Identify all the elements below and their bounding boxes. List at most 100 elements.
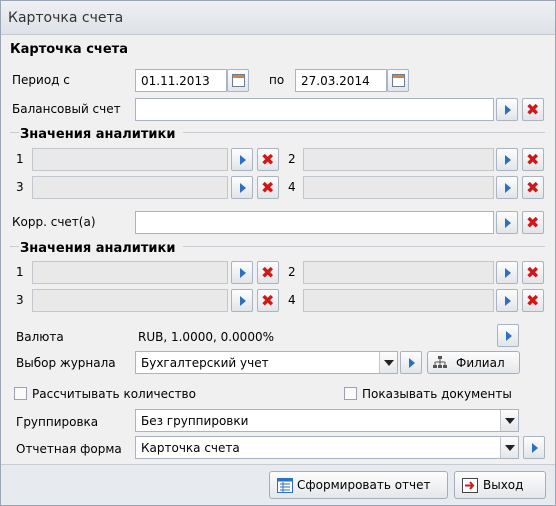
arrow-right-icon — [505, 105, 511, 115]
corr-account-label: Корр. счет(а) — [12, 215, 96, 229]
analytics1-field-3 — [32, 176, 228, 199]
analytics2-clear-button-3[interactable]: ✖ — [257, 289, 279, 312]
balance-account-input[interactable] — [135, 98, 494, 121]
analytics1-select-button-1[interactable] — [231, 148, 253, 171]
generate-report-label: Сформировать отчет — [297, 478, 431, 492]
hierarchy-icon — [433, 356, 447, 368]
balance-account-label: Балансовый счет — [12, 102, 121, 116]
arrow-right-icon — [532, 443, 538, 453]
currency-select-button[interactable] — [497, 324, 519, 347]
analytics2-num-1: 1 — [16, 265, 24, 279]
chevron-down-icon[interactable] — [500, 410, 518, 431]
analytics1-clear-button-2[interactable]: ✖ — [522, 148, 544, 171]
analytics1-field-1 — [32, 148, 228, 171]
analytics-heading-2: Значения аналитики — [20, 241, 176, 256]
grouping-select[interactable]: Без группировки — [135, 409, 519, 432]
branch-button-label: Филиал — [456, 356, 505, 370]
analytics2-num-4: 4 — [288, 293, 296, 307]
arrow-right-icon — [506, 331, 512, 341]
exit-icon — [462, 478, 478, 493]
arrow-right-icon — [240, 268, 246, 278]
analytics2-select-button-1[interactable] — [231, 261, 253, 284]
branch-button[interactable]: Филиал — [427, 351, 520, 374]
close-icon: ✖ — [261, 150, 275, 169]
window-title: Карточка счета — [8, 10, 124, 26]
close-icon: ✖ — [261, 291, 275, 310]
count-checkbox[interactable] — [14, 387, 27, 400]
show-docs-checkbox[interactable] — [344, 387, 357, 400]
analytics1-field-2 — [303, 148, 494, 171]
chevron-down-icon[interactable] — [500, 437, 518, 458]
analytics1-select-button-3[interactable] — [231, 176, 253, 199]
balance-account-clear-button[interactable]: ✖ — [522, 98, 544, 121]
corr-account-input[interactable] — [135, 211, 494, 234]
generate-report-button[interactable]: Сформировать отчет — [269, 471, 448, 499]
exit-label: Выход — [483, 478, 524, 492]
analytics1-num-2: 2 — [288, 152, 296, 166]
arrow-right-icon — [240, 183, 246, 193]
close-icon: ✖ — [261, 178, 275, 197]
analytics1-num-4: 4 — [288, 180, 296, 194]
close-icon: ✖ — [526, 150, 540, 169]
analytics1-clear-button-1[interactable]: ✖ — [257, 148, 279, 171]
corr-account-clear-button[interactable]: ✖ — [522, 211, 544, 234]
count-checkbox-label: Рассчитывать количество — [32, 387, 196, 401]
currency-label: Валюта — [16, 330, 64, 344]
analytics2-field-2 — [303, 261, 494, 284]
analytics1-field-4 — [303, 176, 494, 199]
arrow-right-icon — [240, 155, 246, 165]
analytics2-field-3 — [32, 289, 228, 312]
journal-label: Выбор журнала — [16, 356, 116, 370]
analytics1-select-button-4[interactable] — [496, 176, 518, 199]
analytics2-select-button-3[interactable] — [231, 289, 253, 312]
journal-select-button[interactable] — [400, 351, 422, 374]
divider — [10, 132, 19, 133]
analytics1-clear-button-3[interactable]: ✖ — [257, 176, 279, 199]
period-to-label: по — [269, 73, 285, 87]
period-to-calendar-button[interactable] — [387, 69, 409, 92]
report-form-select-button[interactable] — [523, 436, 545, 459]
form-heading: Карточка счета — [10, 42, 128, 57]
analytics2-clear-button-1[interactable]: ✖ — [257, 261, 279, 284]
report-icon — [277, 478, 293, 493]
balance-account-select-button[interactable] — [496, 98, 518, 121]
analytics1-clear-button-4[interactable]: ✖ — [522, 176, 544, 199]
close-icon: ✖ — [526, 291, 540, 310]
analytics2-num-2: 2 — [288, 265, 296, 279]
analytics1-num-3: 3 — [16, 180, 24, 194]
corr-account-select-button[interactable] — [496, 211, 518, 234]
arrow-right-icon — [240, 296, 246, 306]
report-form-label: Отчетная форма — [16, 442, 122, 456]
analytics1-num-1: 1 — [16, 152, 24, 166]
report-form-select[interactable]: Карточка счета — [135, 436, 519, 459]
analytics2-field-1 — [32, 261, 228, 284]
arrow-right-icon — [409, 358, 415, 368]
exit-button[interactable]: Выход — [454, 471, 546, 499]
chevron-down-icon[interactable] — [379, 352, 397, 373]
period-from-calendar-button[interactable] — [227, 69, 249, 92]
journal-select[interactable]: Бухгалтерский учет — [135, 351, 398, 374]
analytics2-select-button-2[interactable] — [496, 261, 518, 284]
divider — [10, 246, 19, 247]
currency-value: RUB, 1.0000, 0.0000% — [138, 330, 274, 344]
divider — [183, 132, 545, 133]
arrow-right-icon — [505, 155, 511, 165]
period-from-input[interactable]: 01.11.2013 — [135, 69, 227, 92]
grouping-label: Группировка — [16, 415, 99, 429]
analytics2-field-4 — [303, 289, 494, 312]
calendar-icon — [392, 74, 405, 87]
arrow-right-icon — [505, 183, 511, 193]
title-bar: Карточка счета — [1, 1, 555, 35]
analytics2-num-3: 3 — [16, 293, 24, 307]
period-to-input[interactable]: 27.03.2014 — [295, 69, 387, 92]
divider — [183, 246, 545, 247]
analytics2-clear-button-4[interactable]: ✖ — [522, 289, 544, 312]
arrow-right-icon — [505, 296, 511, 306]
report-window: Карточка счета Карточка счета Период с 0… — [0, 0, 556, 506]
analytics1-select-button-2[interactable] — [496, 148, 518, 171]
period-from-label: Период с — [12, 73, 70, 87]
close-icon: ✖ — [526, 100, 540, 119]
analytics2-select-button-4[interactable] — [496, 289, 518, 312]
analytics2-clear-button-2[interactable]: ✖ — [522, 261, 544, 284]
journal-select-value: Бухгалтерский учет — [141, 356, 269, 370]
